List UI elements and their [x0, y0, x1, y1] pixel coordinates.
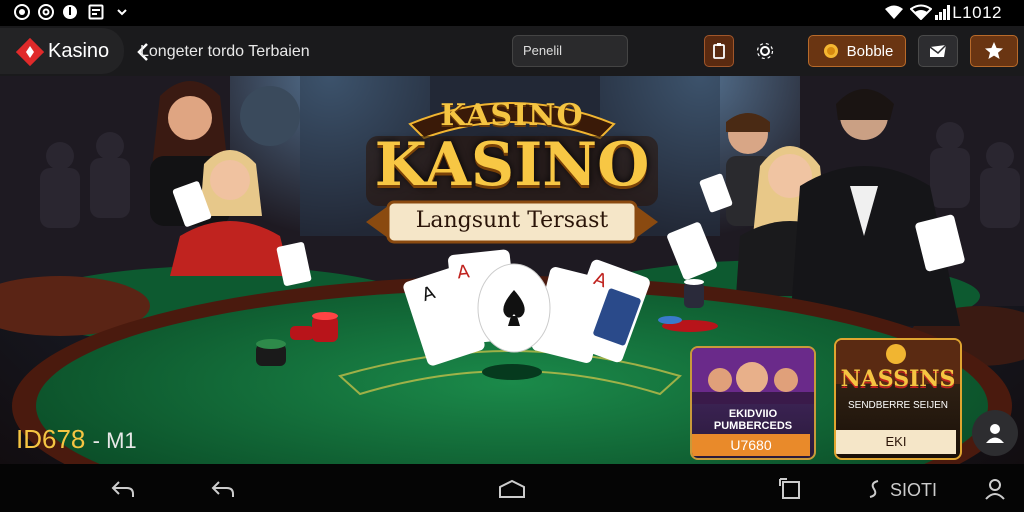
hero-ribbon: Langsunt Tersast [415, 208, 609, 233]
settings-button[interactable] [752, 35, 778, 67]
nav-right-label: SIOTI [890, 480, 938, 500]
search-placeholder: Penelil [523, 43, 563, 58]
coin-stack-icon [823, 44, 838, 58]
image-icon [88, 4, 104, 20]
gear-icon [756, 42, 774, 60]
hero-logo: KASINO KASINO Langsunt Tersast [360, 86, 664, 256]
profile-button[interactable] [972, 410, 1018, 456]
user-icon [986, 424, 1004, 443]
favorites-button[interactable] [970, 35, 1018, 67]
promo-art [692, 348, 814, 404]
coins-label: Bobble [846, 42, 894, 60]
undo-icon[interactable] [210, 478, 236, 500]
chevron-down-icon [114, 4, 130, 20]
hero-logo-big: KASINO [374, 130, 650, 200]
status-bar: L1012 [0, 0, 1024, 26]
casino-scene: A A A KASINO KASINO Langsunt Tersast EKI… [0, 76, 1024, 464]
wifi-icon [884, 4, 904, 20]
signal-bars-icon [934, 4, 952, 20]
promo-card[interactable]: NASSINS SENDBERRE SEIJEN EKI [834, 338, 962, 460]
player-id: ID678 - M1 [16, 424, 137, 455]
promo-button[interactable]: EKI [836, 430, 956, 454]
breadcrumb: Longeter tordo Terbaien [140, 43, 310, 60]
coins-button[interactable]: Bobble [808, 35, 906, 67]
search-input[interactable]: Penelil [512, 35, 628, 67]
kasino-logo-icon [15, 37, 45, 67]
promo-title: EKIDVIIO PUMBERCEDS [713, 408, 793, 432]
mail-button[interactable] [918, 35, 958, 67]
hero-logo-small: KASINO [440, 98, 584, 133]
promo-card[interactable]: EKIDVIIO PUMBERCEDS U7680 [690, 346, 816, 460]
promo-title: NASSINS [840, 366, 956, 392]
account-icon[interactable] [982, 478, 1008, 500]
promo-button[interactable]: U7680 [692, 434, 810, 456]
back-arrow-icon[interactable] [110, 478, 136, 500]
wallet-icon [713, 43, 725, 59]
app-circle-icon [14, 4, 30, 20]
player-id-value: ID678 [16, 424, 86, 454]
status-time: L1012 [952, 3, 1002, 22]
wallet-button[interactable] [704, 35, 734, 67]
chrome-circle-icon [62, 4, 78, 20]
star-icon [985, 42, 1003, 59]
mail-icon [929, 44, 947, 57]
wifi-signal-icon [910, 4, 932, 20]
home-icon[interactable] [498, 478, 526, 500]
at-sign-icon [38, 4, 54, 20]
promo-subtitle: SENDBERRE SEIJEN [847, 400, 949, 411]
brand-name: Kasino [48, 40, 110, 62]
recents-icon[interactable] [778, 478, 804, 500]
player-id-suffix: - M1 [92, 428, 137, 453]
gesture-icon[interactable] [866, 478, 884, 500]
